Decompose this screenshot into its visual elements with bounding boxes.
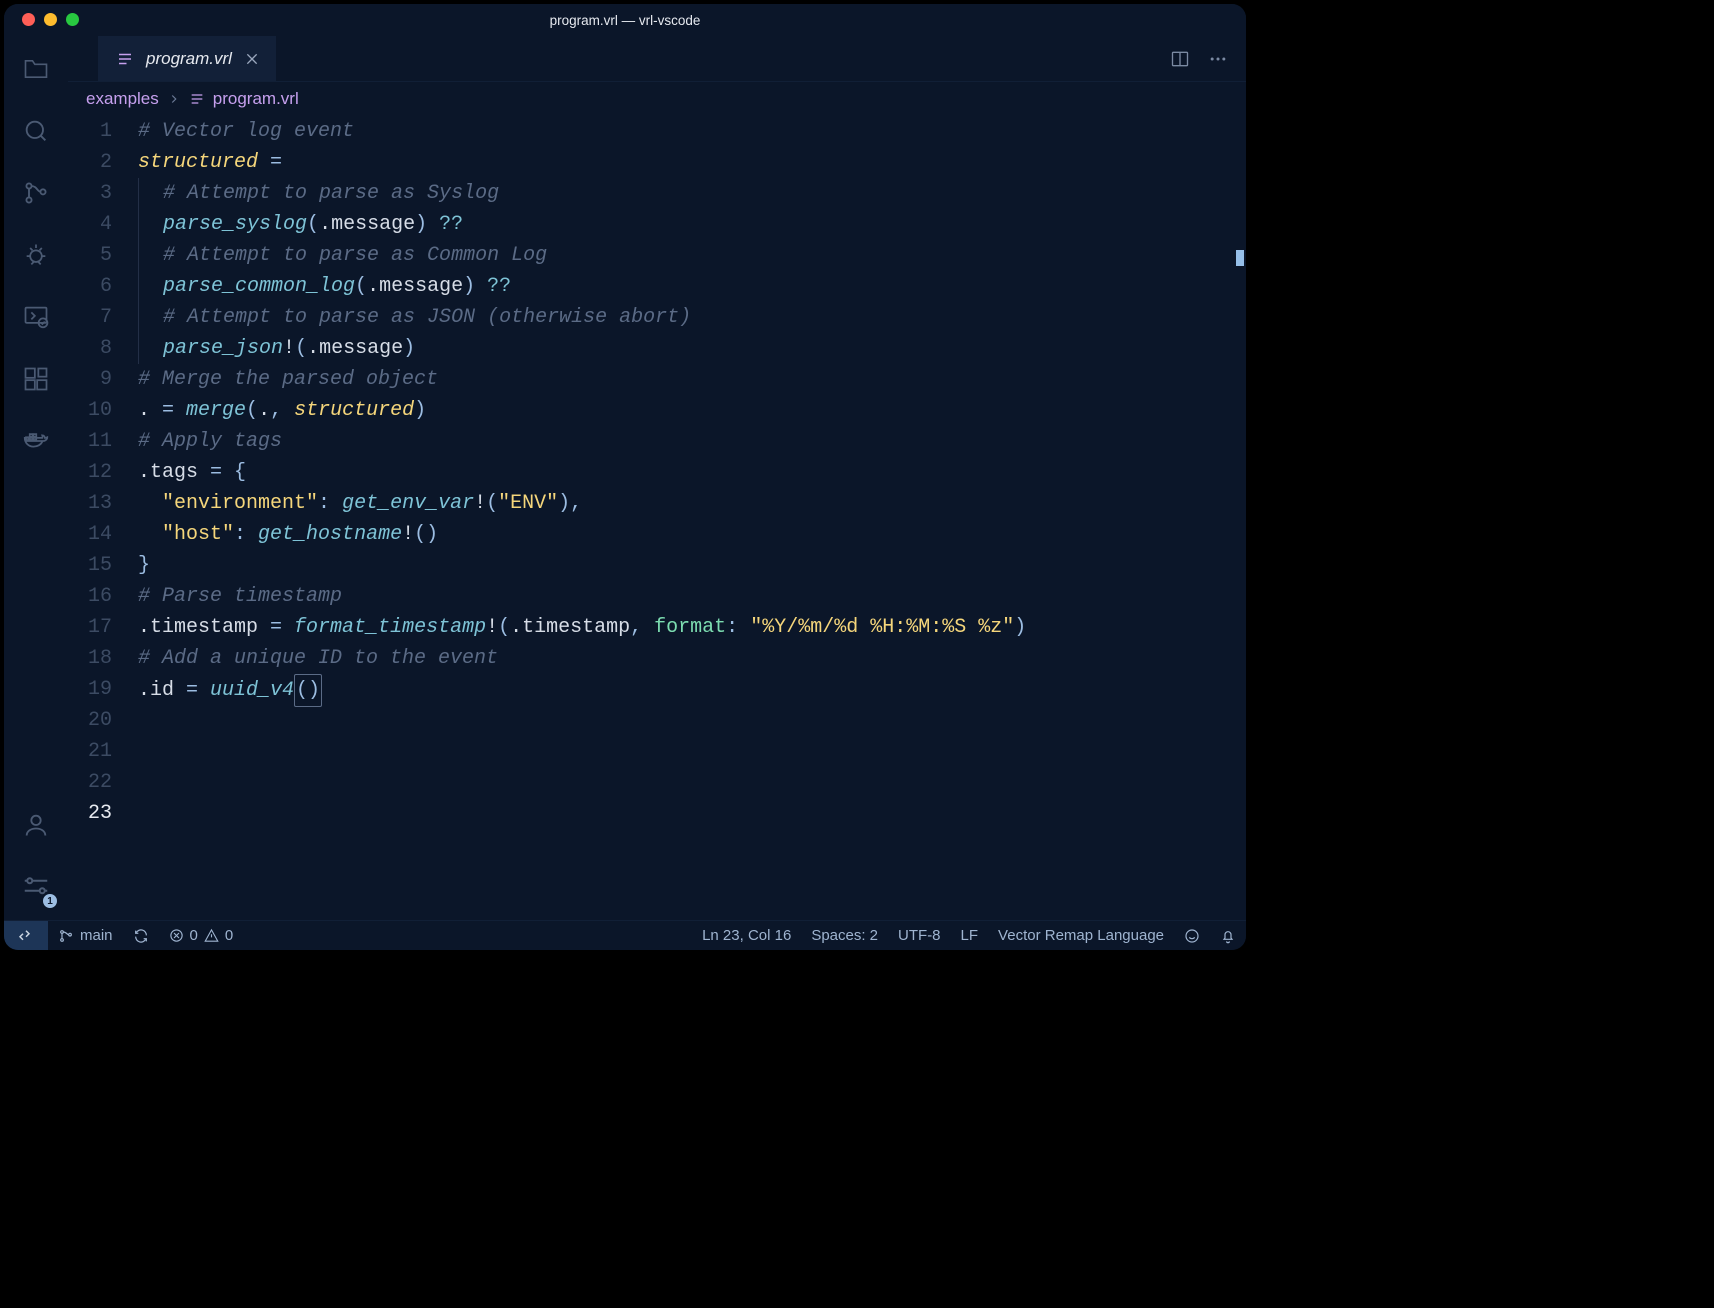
- minimize-window-button[interactable]: [44, 13, 57, 26]
- minimap[interactable]: [1228, 116, 1246, 920]
- search-icon[interactable]: [19, 114, 53, 148]
- window-title: program.vrl — vrl-vscode: [550, 13, 701, 28]
- status-bar: main 0 0 Ln 23, Col 16 Spaces: 2 UTF-8 L…: [4, 920, 1246, 950]
- code-line[interactable]: }: [138, 550, 1228, 581]
- split-editor-icon[interactable]: [1170, 49, 1190, 69]
- encoding[interactable]: UTF-8: [888, 927, 951, 944]
- feedback-icon[interactable]: [1174, 928, 1210, 944]
- run-debug-icon[interactable]: [19, 238, 53, 272]
- code-line[interactable]: .timestamp = format_timestamp!(.timestam…: [138, 612, 1228, 643]
- activity-bar: 1: [4, 36, 68, 920]
- app-window: program.vrl — vrl-vscode: [4, 4, 1246, 950]
- code-line[interactable]: .id = uuid_v4(): [138, 674, 1228, 707]
- close-window-button[interactable]: [22, 13, 35, 26]
- breadcrumb-folder[interactable]: examples: [86, 89, 159, 109]
- code-line[interactable]: # Attempt to parse as JSON (otherwise ab…: [138, 302, 1228, 333]
- editor-actions: [1170, 36, 1246, 81]
- tab-program-vrl[interactable]: program.vrl: [98, 36, 276, 81]
- settings-icon[interactable]: 1: [19, 870, 53, 904]
- language-mode[interactable]: Vector Remap Language: [988, 927, 1174, 944]
- close-tab-icon[interactable]: [244, 51, 260, 67]
- code-line[interactable]: parse_json!(.message): [138, 333, 1228, 364]
- sync-button[interactable]: [123, 928, 159, 944]
- code-line[interactable]: # Attempt to parse as Syslog: [138, 178, 1228, 209]
- code-line[interactable]: "host": get_hostname!(): [138, 519, 1228, 550]
- code-line[interactable]: # Parse timestamp: [138, 581, 1228, 612]
- tab-bar: program.vrl: [68, 36, 1246, 82]
- code-line[interactable]: # Add a unique ID to the event: [138, 643, 1228, 674]
- docker-icon[interactable]: [19, 424, 53, 458]
- file-lines-icon: [189, 91, 205, 107]
- source-control-icon[interactable]: [19, 176, 53, 210]
- code-line[interactable]: . = merge(., structured): [138, 395, 1228, 426]
- more-actions-icon[interactable]: [1208, 49, 1228, 69]
- code-line[interactable]: # Apply tags: [138, 426, 1228, 457]
- zoom-window-button[interactable]: [66, 13, 79, 26]
- settings-badge: 1: [42, 893, 58, 909]
- minimap-marker: [1236, 250, 1244, 266]
- extensions-icon[interactable]: [19, 362, 53, 396]
- breadcrumb-file[interactable]: program.vrl: [213, 89, 299, 109]
- titlebar[interactable]: program.vrl — vrl-vscode: [4, 4, 1246, 36]
- git-branch[interactable]: main: [48, 927, 123, 944]
- file-lines-icon: [116, 50, 134, 68]
- code-line[interactable]: # Merge the parsed object: [138, 364, 1228, 395]
- problems[interactable]: 0 0: [159, 927, 244, 944]
- remote-indicator[interactable]: [4, 921, 48, 950]
- code-line[interactable]: # Attempt to parse as Common Log: [138, 240, 1228, 271]
- code-line[interactable]: parse_syslog(.message) ??: [138, 209, 1228, 240]
- code-line[interactable]: .tags = {: [138, 457, 1228, 488]
- code-line[interactable]: # Vector log event: [138, 116, 1228, 147]
- eol[interactable]: LF: [951, 927, 989, 944]
- breadcrumb-sep: [167, 92, 181, 106]
- window-controls: [22, 13, 79, 26]
- editor[interactable]: 1234567891011121314151617181920212223 # …: [68, 116, 1246, 920]
- explorer-icon[interactable]: [19, 52, 53, 86]
- remote-explorer-icon[interactable]: [19, 300, 53, 334]
- code-area[interactable]: # Vector log eventstructured = # Attempt…: [138, 116, 1228, 920]
- accounts-icon[interactable]: [19, 808, 53, 842]
- code-line[interactable]: "environment": get_env_var!("ENV"),: [138, 488, 1228, 519]
- gutter[interactable]: 1234567891011121314151617181920212223: [68, 116, 138, 920]
- code-line[interactable]: parse_common_log(.message) ??: [138, 271, 1228, 302]
- code-line[interactable]: structured =: [138, 147, 1228, 178]
- tab-label: program.vrl: [146, 49, 232, 69]
- breadcrumbs[interactable]: examples program.vrl: [68, 82, 1246, 116]
- indentation[interactable]: Spaces: 2: [801, 927, 888, 944]
- notifications-icon[interactable]: [1210, 928, 1246, 944]
- cursor-position[interactable]: Ln 23, Col 16: [692, 927, 801, 944]
